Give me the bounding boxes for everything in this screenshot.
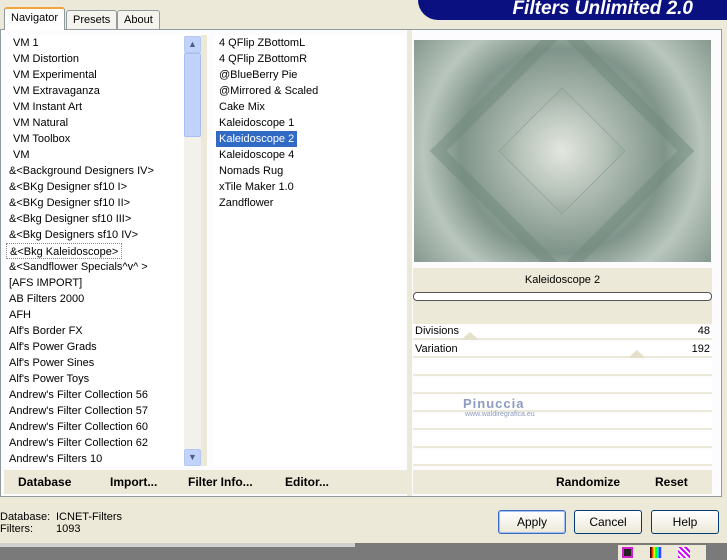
filter-item[interactable]: Kaleidoscope 1 bbox=[216, 115, 297, 131]
category-item[interactable]: VM Toolbox bbox=[10, 131, 73, 147]
filter-header: Kaleidoscope 2 bbox=[413, 268, 712, 324]
param-slider[interactable]: Divisions 48 bbox=[413, 324, 712, 340]
param-label: Divisions bbox=[415, 325, 460, 337]
category-item[interactable]: Andrew's Filter Collection 57 bbox=[6, 403, 151, 419]
category-item[interactable]: Andrew's Filter Collection 60 bbox=[6, 419, 151, 435]
category-item[interactable]: &<Background Designers IV> bbox=[6, 163, 157, 179]
color-swatch-icon[interactable] bbox=[622, 547, 633, 558]
status-info: Database: ICNET-Filters Filters: 1093 bbox=[0, 511, 122, 535]
category-item[interactable]: &<Bkg Designer sf10 III> bbox=[6, 211, 134, 227]
param-value: 192 bbox=[691, 343, 710, 355]
filter-item[interactable]: @BlueBerry Pie bbox=[216, 67, 300, 83]
category-item[interactable]: VM 1 bbox=[10, 35, 42, 51]
filter-item[interactable]: 4 QFlip ZBottomL bbox=[216, 35, 308, 51]
filter-item[interactable]: Nomads Rug bbox=[216, 163, 286, 179]
filter-list[interactable]: 4 QFlip ZBottomL 4 QFlip ZBottomR @BlueBer… bbox=[214, 35, 406, 466]
empty-param-row bbox=[413, 450, 712, 466]
filter-item[interactable]: Cake Mix bbox=[216, 99, 268, 115]
category-item[interactable]: Andrew's Filter Collection 56 bbox=[6, 387, 151, 403]
category-item[interactable]: AB Filters 2000 bbox=[6, 291, 87, 307]
reset-button[interactable]: Reset bbox=[655, 475, 688, 489]
category-item[interactable]: &<BKg Designer sf10 I> bbox=[6, 179, 130, 195]
category-item[interactable]: VM Distortion bbox=[10, 51, 82, 67]
editor-button[interactable]: Editor... bbox=[285, 475, 329, 489]
empty-param-row bbox=[413, 378, 712, 394]
filter-item[interactable]: Kaleidoscope 4 bbox=[216, 147, 297, 163]
filter-name: Kaleidoscope 2 bbox=[524, 274, 601, 286]
category-item[interactable]: &<Sandflower Specials^v^ > bbox=[6, 259, 151, 275]
category-item[interactable]: Alf's Power Grads bbox=[6, 339, 100, 355]
category-item[interactable]: &<BKg Designer sf10 II> bbox=[6, 195, 133, 211]
filter-item[interactable]: Kaleidoscope 2 bbox=[216, 131, 298, 147]
scroll-down-icon[interactable]: ▼ bbox=[184, 449, 201, 466]
divider bbox=[201, 35, 207, 466]
category-item[interactable]: &<Bkg Kaleidoscope> bbox=[6, 243, 123, 259]
tab-presets[interactable]: Presets bbox=[66, 10, 118, 29]
scroll-thumb[interactable] bbox=[184, 53, 201, 137]
filters-label: Filters: bbox=[0, 523, 33, 535]
divider bbox=[0, 543, 355, 547]
category-item[interactable]: VM Instant Art bbox=[10, 99, 85, 115]
slider-thumb[interactable] bbox=[628, 350, 647, 358]
palette-icons bbox=[618, 545, 706, 560]
param-label: Variation bbox=[415, 343, 458, 355]
database-button[interactable]: Database bbox=[18, 475, 71, 489]
slider-thumb[interactable] bbox=[460, 332, 479, 340]
filter-item[interactable]: 4 QFlip ZBottomR bbox=[216, 51, 310, 67]
database-value: ICNET-Filters bbox=[56, 511, 122, 523]
cancel-button[interactable]: Cancel bbox=[574, 510, 642, 534]
progress-bar bbox=[413, 292, 712, 301]
tab-navigator[interactable]: Navigator bbox=[4, 7, 66, 30]
import-button[interactable]: Import... bbox=[110, 475, 157, 489]
category-item[interactable]: [AFS IMPORT] bbox=[6, 275, 85, 291]
help-button[interactable]: Help bbox=[651, 510, 719, 534]
tab-about[interactable]: About bbox=[117, 10, 160, 29]
category-item[interactable]: Andrew's Filter Collection 62 bbox=[6, 435, 151, 451]
filter-info-button[interactable]: Filter Info... bbox=[188, 475, 253, 489]
randomize-button[interactable]: Randomize bbox=[556, 475, 620, 489]
filter-item[interactable]: xTile Maker 1.0 bbox=[216, 179, 297, 195]
category-item[interactable]: Alf's Power Sines bbox=[6, 355, 97, 371]
filters-count: 1093 bbox=[56, 523, 81, 535]
category-item[interactable]: VM Natural bbox=[10, 115, 71, 131]
color-gradient-icon[interactable] bbox=[650, 547, 662, 558]
empty-param-row bbox=[413, 432, 712, 448]
category-item[interactable]: VM Extravaganza bbox=[10, 83, 103, 99]
category-item[interactable]: VM bbox=[10, 147, 33, 163]
watermark-url: www.waldiregrafica.eu bbox=[465, 411, 535, 418]
empty-param-row bbox=[413, 414, 712, 430]
pattern-icon[interactable] bbox=[678, 547, 690, 558]
divider bbox=[407, 30, 412, 496]
category-scrollbar[interactable]: ▲ ▼ bbox=[184, 36, 201, 466]
category-item[interactable]: Alf's Power Toys bbox=[6, 371, 92, 387]
category-item[interactable]: &<Bkg Designers sf10 IV> bbox=[6, 227, 141, 243]
category-item[interactable]: Andrew's Filters 10 bbox=[6, 451, 105, 467]
empty-param-row bbox=[413, 360, 712, 376]
filter-item[interactable]: @Mirrored & Scaled bbox=[216, 83, 321, 99]
nav-buttons-bar: Database Import... Filter Info... Editor… bbox=[4, 470, 407, 494]
param-slider[interactable]: Variation 192 bbox=[413, 342, 712, 358]
database-label: Database: bbox=[0, 511, 51, 523]
apply-button[interactable]: Apply bbox=[498, 510, 566, 534]
param-value: 48 bbox=[697, 325, 710, 337]
empty-param-row bbox=[413, 396, 712, 412]
category-item[interactable]: VM Experimental bbox=[10, 67, 100, 83]
watermark: Pinuccia bbox=[463, 396, 525, 411]
app-title: Filters Unlimited 2.0 bbox=[512, 0, 693, 19]
category-list[interactable]: VM 1 VM Distortion VM Experimental VM Extra… bbox=[6, 35, 184, 466]
filter-preview bbox=[414, 40, 711, 262]
scroll-up-icon[interactable]: ▲ bbox=[184, 36, 201, 53]
category-item[interactable]: AFH bbox=[6, 307, 34, 323]
param-buttons-bar: Randomize Reset bbox=[413, 470, 712, 494]
title-banner: Filters Unlimited 2.0 bbox=[418, 0, 727, 20]
category-item[interactable]: Alf's Border FX bbox=[6, 323, 86, 339]
filter-item[interactable]: Zandflower bbox=[216, 195, 276, 211]
